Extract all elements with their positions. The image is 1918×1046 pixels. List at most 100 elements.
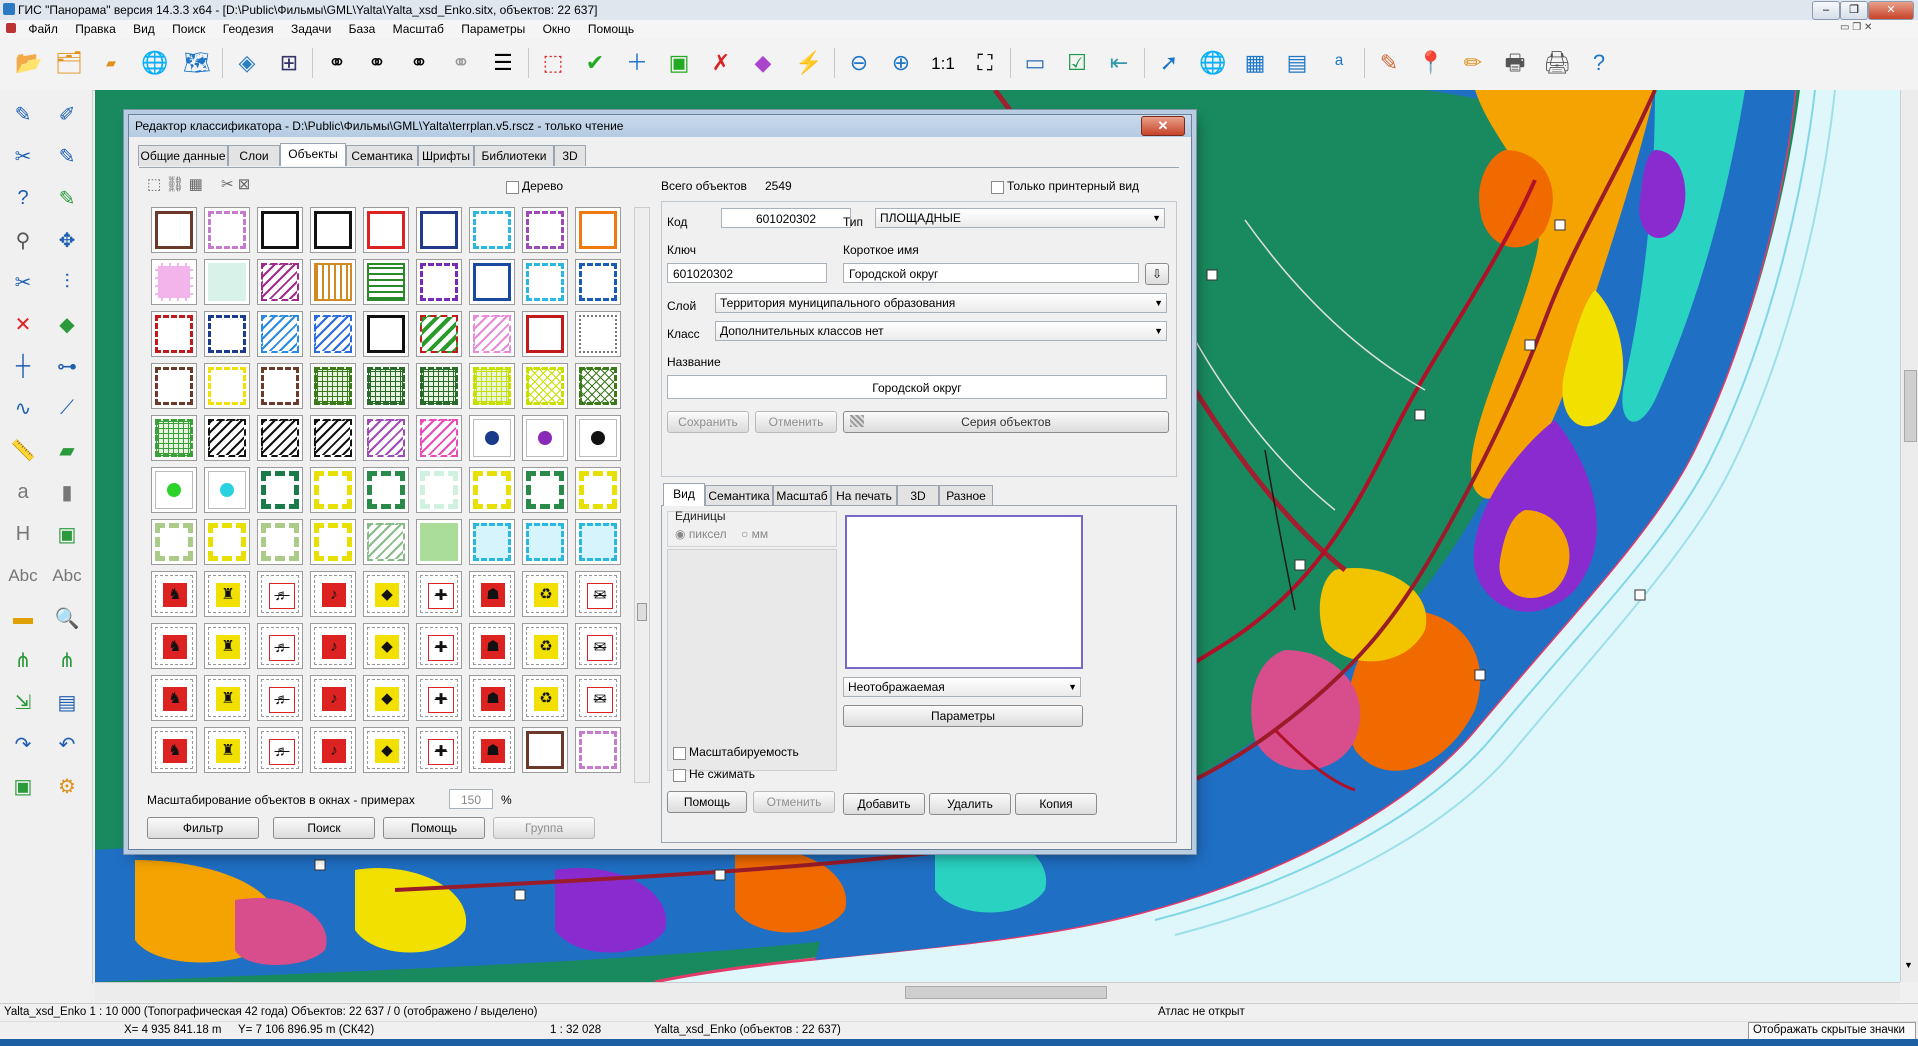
object-symbol-cell[interactable] (469, 363, 515, 409)
map-arrow-icon[interactable]: ⇲ (4, 684, 42, 720)
object-symbol-cell[interactable] (257, 311, 303, 357)
object-symbol-cell[interactable] (310, 207, 356, 253)
dbm-cursor-icon[interactable]: ▤ (1280, 46, 1314, 80)
name-input[interactable]: Городской округ (667, 375, 1167, 399)
grid-scrollbar[interactable] (634, 207, 650, 783)
object-symbol-cell[interactable] (363, 311, 409, 357)
object-symbol-cell[interactable] (363, 259, 409, 305)
object-symbol-cell[interactable] (310, 415, 356, 461)
help-cursor-icon[interactable]: ? (1582, 46, 1616, 80)
polyline-icon[interactable]: ∿ (4, 390, 42, 426)
magnifier-icon[interactable]: 🔍 (48, 600, 86, 636)
object-symbol-cell[interactable] (204, 207, 250, 253)
torch-text-icon[interactable]: a (4, 474, 42, 510)
object-symbol-cell[interactable] (310, 311, 356, 357)
pen-icon[interactable]: ✐ (48, 96, 86, 132)
pen-icon[interactable]: ✎ (4, 96, 42, 132)
select-all-icon[interactable]: ⬚ (147, 176, 161, 193)
object-symbol-cell[interactable]: ♜ (204, 623, 250, 669)
redo-icon[interactable]: ↶ (48, 726, 86, 762)
object-symbol-cell[interactable]: ♬ (257, 623, 303, 669)
object-symbol-cell[interactable]: ♪ (310, 675, 356, 721)
fit-extent-icon[interactable]: ⛶ (968, 46, 1002, 80)
delete-button[interactable]: Удалить (929, 793, 1011, 815)
code-input[interactable]: 601020302 (721, 208, 851, 228)
tab-3d[interactable]: 3D (554, 145, 586, 166)
add-button[interactable]: Добавить (843, 793, 925, 815)
object-symbol-cell[interactable]: ◆ (363, 727, 409, 773)
object-symbol-cell[interactable] (151, 207, 197, 253)
object-symbol-cell[interactable] (575, 259, 621, 305)
tree-icon[interactable]: ⊞ (272, 46, 306, 80)
tab-objects[interactable]: Объекты (280, 143, 346, 166)
menu-edit[interactable]: Правка (68, 20, 123, 36)
object-symbol-cell[interactable]: ◆ (363, 675, 409, 721)
object-symbol-cell[interactable] (522, 519, 568, 565)
object-symbol-cell[interactable]: ♪ (310, 727, 356, 773)
object-symbol-cell[interactable] (310, 519, 356, 565)
list-icon[interactable]: ☰ (486, 46, 520, 80)
layer-select[interactable]: Территория муниципального образования ▼ (715, 293, 1167, 313)
open-folder-icon[interactable]: 🗂 (52, 46, 86, 80)
object-symbol-cell[interactable]: ✉ (575, 571, 621, 617)
menu-file[interactable]: Файл (21, 20, 65, 36)
object-symbol-cell[interactable]: ♞ (151, 623, 197, 669)
download-arrow-icon[interactable]: ⇩ (1145, 263, 1169, 285)
object-symbol-cell[interactable] (310, 363, 356, 409)
vertical-scrollbar[interactable]: ▼ (1900, 90, 1918, 982)
lightning-icon[interactable]: ⚡ (792, 46, 826, 80)
node-add-icon[interactable]: ┼ (4, 348, 42, 384)
subtab-scale[interactable]: Масштаб (773, 485, 831, 506)
object-symbol-cell[interactable] (204, 415, 250, 461)
scale-1-1-icon[interactable]: 1:1 (926, 46, 960, 80)
object-symbol-cell[interactable] (257, 259, 303, 305)
binoculars-icon[interactable]: ⚭ (320, 46, 354, 80)
search-button[interactable]: Поиск (273, 817, 375, 839)
map-pin-icon[interactable]: 📍 (1414, 46, 1448, 80)
object-symbol-cell[interactable]: ✚ (416, 675, 462, 721)
globe-icon[interactable]: 🌐 (138, 46, 172, 80)
image-icon[interactable]: ▣ (4, 768, 42, 804)
object-symbol-cell[interactable] (204, 467, 250, 513)
split-icon[interactable]: ⫶ (48, 264, 86, 300)
open-folder-icon[interactable]: 📂 (12, 46, 46, 80)
object-symbol-cell[interactable] (522, 363, 568, 409)
grid-view-icon[interactable]: ▦ (189, 176, 203, 193)
close-button[interactable]: ✕ (1868, 1, 1914, 20)
object-symbol-cell[interactable] (469, 415, 515, 461)
menu-scale[interactable]: Масштаб (386, 20, 451, 36)
object-symbol-cell[interactable]: ♻ (522, 623, 568, 669)
dbm-folder-icon[interactable]: ▰ (94, 46, 128, 80)
object-symbol-cell[interactable] (416, 363, 462, 409)
cube-icon[interactable]: ◆ (746, 46, 780, 80)
view-help-button[interactable]: Помощь (667, 791, 747, 813)
select-area-icon[interactable]: ▣ (662, 46, 696, 80)
object-symbol-cell[interactable] (257, 415, 303, 461)
object-symbol-cell[interactable]: ♞ (151, 675, 197, 721)
object-symbol-cell[interactable]: ✉ (575, 675, 621, 721)
no-compress-checkbox[interactable] (673, 769, 686, 782)
object-symbol-cell[interactable] (204, 311, 250, 357)
move-arrows-icon[interactable]: ✥ (48, 222, 86, 258)
object-symbol-cell[interactable]: ◆ (363, 571, 409, 617)
object-symbol-cell[interactable] (469, 519, 515, 565)
menu-geodesy[interactable]: Геодезия (216, 20, 281, 36)
abc-icon[interactable]: Abc (4, 558, 42, 594)
object-symbol-cell[interactable] (363, 363, 409, 409)
cancel-button[interactable]: Отменить (755, 411, 837, 433)
tree-checkbox[interactable] (506, 181, 519, 194)
paint-icon[interactable]: ✎ (1372, 46, 1406, 80)
tab-layers[interactable]: Слои (228, 145, 280, 166)
tab-semantics[interactable]: Семантика (346, 145, 418, 166)
table-icon[interactable]: ▤ (48, 684, 86, 720)
object-symbol-cell[interactable]: ✉ (575, 623, 621, 669)
subtab-semantics[interactable]: Семантика (705, 485, 773, 506)
binoculars-dim-icon[interactable]: ⚭ (444, 46, 478, 80)
object-symbol-cell[interactable]: ♜ (204, 675, 250, 721)
object-symbol-cell[interactable] (363, 467, 409, 513)
object-symbol-cell[interactable] (522, 311, 568, 357)
object-symbol-cell[interactable]: ♜ (204, 571, 250, 617)
object-symbol-cell[interactable] (469, 311, 515, 357)
object-symbol-cell[interactable] (151, 259, 197, 305)
minimize-button[interactable]: – (1812, 1, 1840, 20)
